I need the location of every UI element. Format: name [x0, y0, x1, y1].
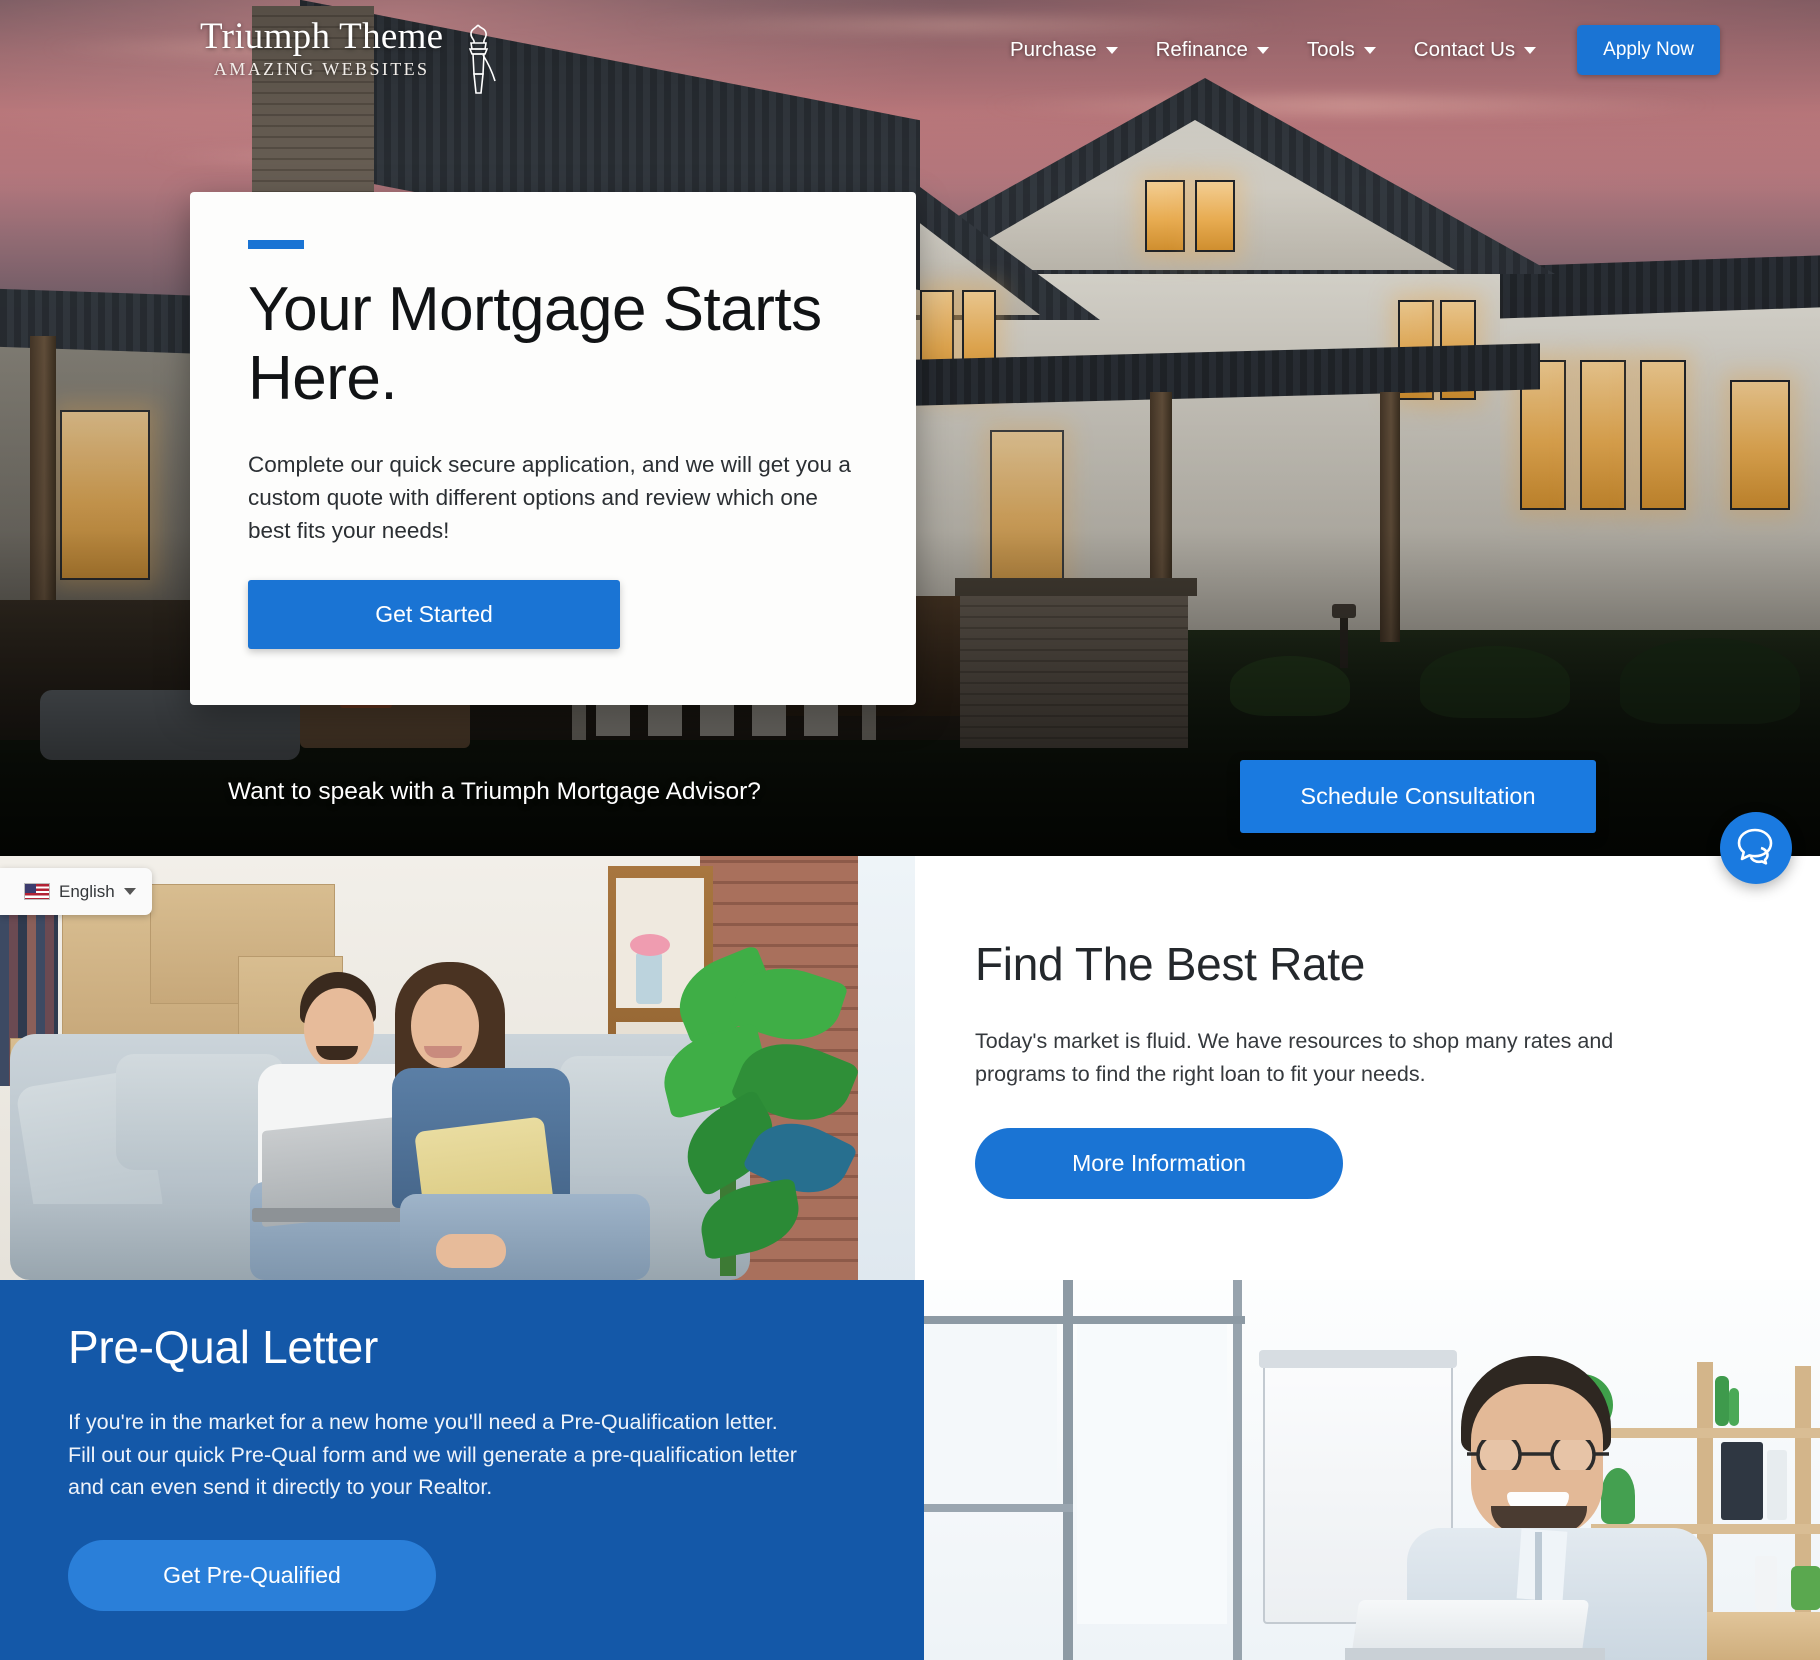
schedule-consultation-button[interactable]: Schedule Consultation: [1240, 760, 1596, 833]
main-navigation: Purchase Refinance Tools Contact Us Appl…: [991, 0, 1720, 100]
nav-item-tools[interactable]: Tools: [1288, 38, 1395, 62]
section-body: Today's market is fluid. We have resourc…: [975, 1028, 1614, 1086]
hero-title: Your Mortgage Starts Here.: [248, 275, 822, 414]
pre-qual-letter-copy: Pre-Qual Letter If you're in the market …: [68, 1320, 858, 1612]
find-the-best-rate-section: Find The Best Rate Today's market is flu…: [0, 856, 1820, 1280]
hero-section: Triumph Theme AMAZING WEBSITES Purchase …: [0, 0, 1820, 856]
nav-item-refinance[interactable]: Refinance: [1137, 38, 1288, 62]
advisor-prompt-text: Want to speak with a Triumph Mortgage Ad…: [228, 778, 761, 805]
logo-title: Triumph Theme: [200, 16, 444, 57]
chevron-down-icon: [1363, 46, 1376, 54]
section-heading: Pre-Qual Letter: [68, 1321, 378, 1373]
nav-label: Refinance: [1155, 38, 1248, 61]
language-label: English: [59, 881, 115, 901]
nav-item-contact-us[interactable]: Contact Us: [1395, 38, 1555, 62]
apply-now-button[interactable]: Apply Now: [1577, 25, 1720, 75]
chevron-down-icon: [1256, 46, 1269, 54]
chat-bubbles-icon: [1735, 826, 1777, 871]
get-started-button[interactable]: Get Started: [248, 579, 620, 649]
chat-widget-button[interactable]: [1720, 812, 1792, 884]
hero-subtitle: Complete our quick secure application, a…: [248, 451, 851, 544]
us-flag-icon: [24, 883, 50, 900]
nav-label: Tools: [1306, 38, 1355, 61]
find-the-best-rate-copy: Find The Best Rate Today's market is flu…: [975, 856, 1820, 1280]
couple-with-laptop-photo: [0, 856, 915, 1280]
chevron-down-icon: [123, 888, 136, 895]
nav-item-purchase[interactable]: Purchase: [991, 38, 1137, 62]
chevron-down-icon: [1105, 46, 1118, 54]
chevron-down-icon: [1524, 46, 1537, 54]
pre-qual-letter-section: Pre-Qual Letter If you're in the market …: [0, 1280, 1820, 1660]
nav-label: Contact Us: [1413, 38, 1516, 61]
language-selector[interactable]: English: [0, 868, 152, 915]
page-root: Triumph Theme AMAZING WEBSITES Purchase …: [0, 0, 1820, 1660]
site-logo[interactable]: Triumph Theme AMAZING WEBSITES: [200, 16, 499, 101]
site-header: Triumph Theme AMAZING WEBSITES Purchase …: [0, 0, 1820, 100]
section-heading: Find The Best Rate: [975, 937, 1366, 990]
more-information-button[interactable]: More Information: [975, 1128, 1343, 1200]
torch-icon: [457, 22, 499, 101]
hero-card: Your Mortgage Starts Here. Complete our …: [190, 192, 916, 705]
section-body: If you're in the market for a new home y…: [68, 1410, 797, 1500]
logo-tagline: AMAZING WEBSITES: [213, 58, 430, 79]
accent-bar: [248, 240, 304, 249]
man-in-office-photo: [915, 1280, 1820, 1660]
get-pre-qualified-button[interactable]: Get Pre-Qualified: [68, 1540, 436, 1612]
nav-label: Purchase: [1009, 38, 1097, 61]
